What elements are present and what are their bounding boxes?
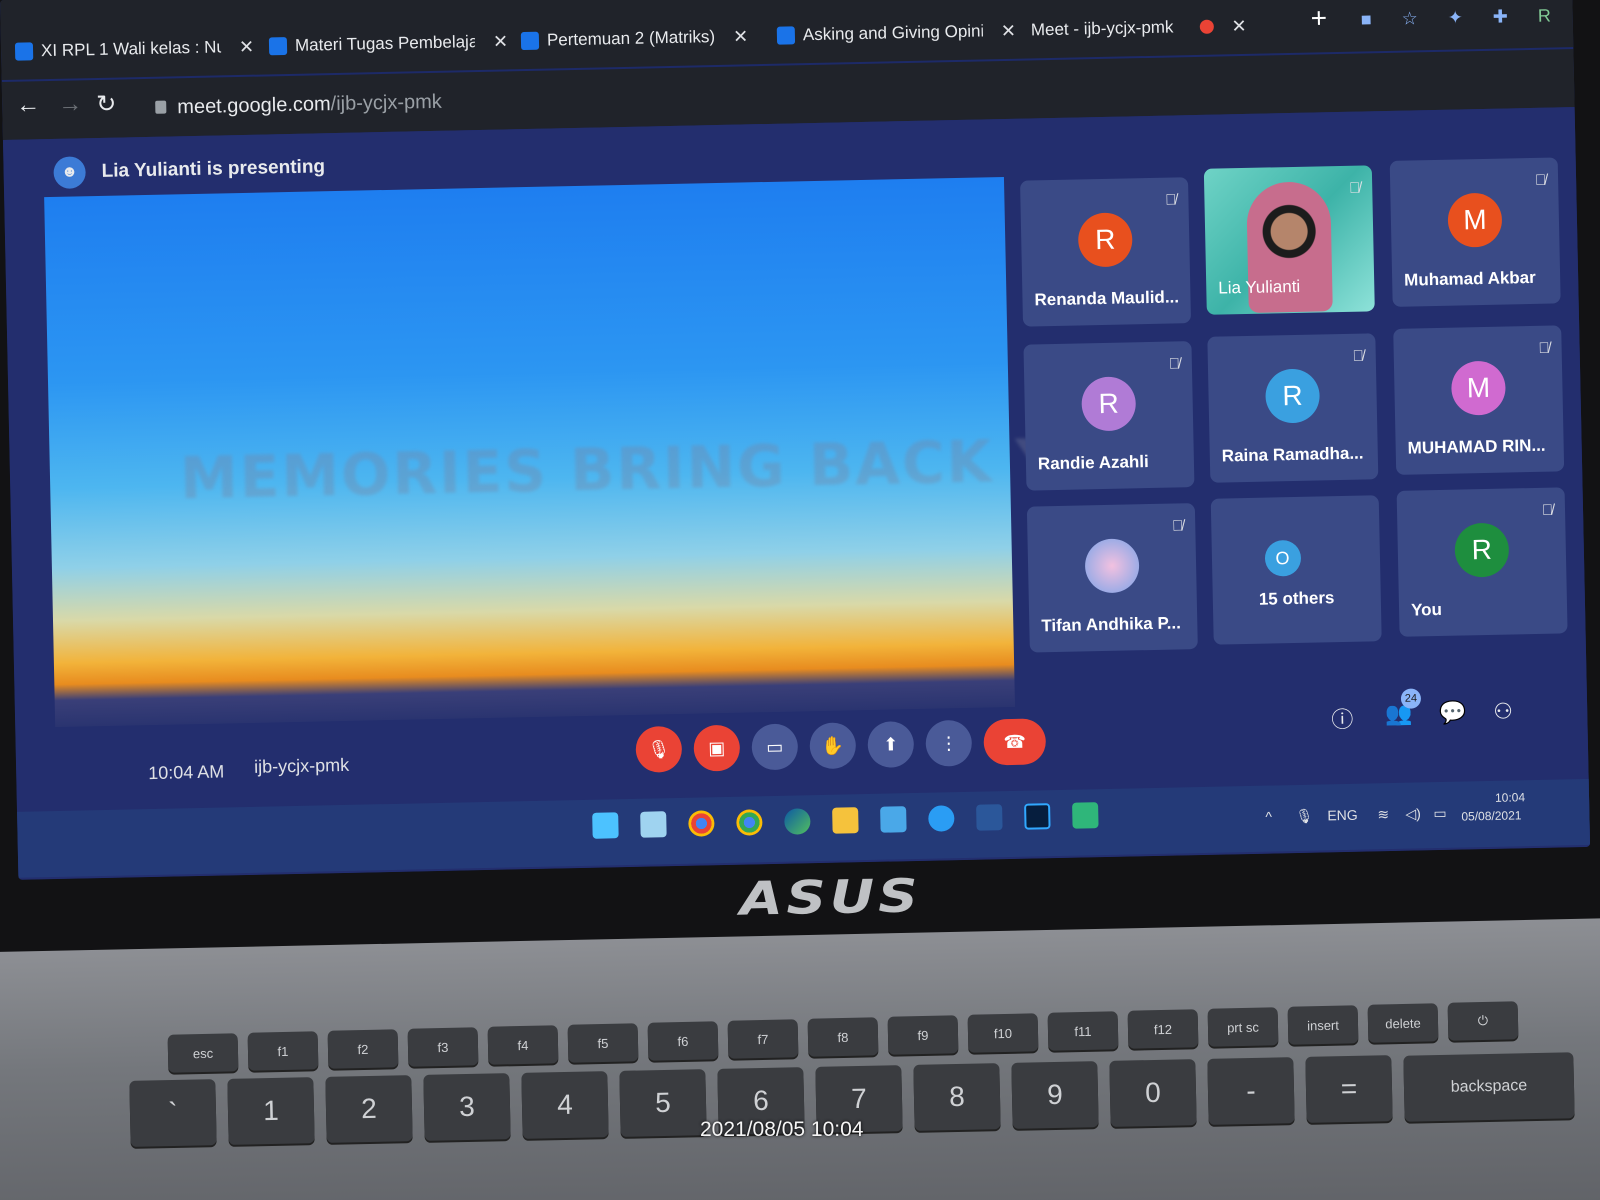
keyboard: esc f1 f2 f3 f4 f5 f6 f7 f8 f9 f10 f11 f12 prt sc inse… (0, 0, 1600, 1200)
key-power[interactable]: ⏻ (1447, 1001, 1519, 1041)
photo: XI RPL 1 Wali kelas : Nur ✕ Materi Tugas… (0, 0, 1600, 1200)
key-f4[interactable]: f4 (487, 1025, 559, 1065)
key-f1[interactable]: f1 (247, 1031, 319, 1071)
key-num[interactable]: - (1207, 1057, 1295, 1125)
key-prt-sc[interactable]: prt sc (1207, 1007, 1279, 1047)
key-f8[interactable]: f8 (807, 1017, 879, 1057)
key-insert[interactable]: insert (1287, 1005, 1359, 1045)
photo-timestamp: 2021/08/05 10:04 (700, 1118, 864, 1141)
key-f7[interactable]: f7 (727, 1019, 799, 1059)
key-f2[interactable]: f2 (327, 1029, 399, 1069)
key-num[interactable]: ` (129, 1079, 217, 1147)
key-f11[interactable]: f11 (1047, 1011, 1119, 1051)
key-num[interactable]: 2 (325, 1075, 413, 1143)
key-esc[interactable]: esc (167, 1033, 239, 1073)
key-f5[interactable]: f5 (567, 1023, 639, 1063)
key-num[interactable]: = (1305, 1055, 1393, 1123)
key-num[interactable]: 8 (913, 1063, 1001, 1131)
key-num[interactable]: 1 (227, 1077, 315, 1145)
key-f3[interactable]: f3 (407, 1027, 479, 1067)
key-f6[interactable]: f6 (647, 1021, 719, 1061)
key-backspace[interactable]: backspace (1403, 1052, 1575, 1122)
key-f12[interactable]: f12 (1127, 1009, 1199, 1049)
key-num[interactable]: 5 (619, 1069, 707, 1137)
key-num[interactable]: 9 (1011, 1061, 1099, 1129)
key-num[interactable]: 0 (1109, 1059, 1197, 1127)
key-f10[interactable]: f10 (967, 1013, 1039, 1053)
key-delete[interactable]: delete (1367, 1003, 1439, 1043)
key-num[interactable]: 3 (423, 1073, 511, 1141)
key-num[interactable]: 4 (521, 1071, 609, 1139)
key-f9[interactable]: f9 (887, 1015, 959, 1055)
